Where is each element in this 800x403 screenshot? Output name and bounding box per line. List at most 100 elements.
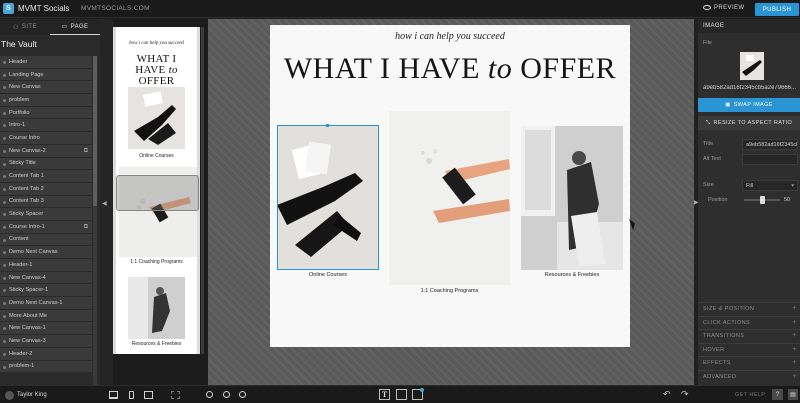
layer-item[interactable]: Portfolio [0,106,92,120]
drag-handle-icon[interactable] [3,61,6,64]
caption-online-courses[interactable]: Online Courses [277,272,379,278]
layer-item[interactable]: Course Intro-1 ⧉ [0,220,92,234]
layer-item[interactable]: New Canvas-2 ⧉ [0,144,92,158]
section-header[interactable]: ADVANCED + [698,369,800,383]
add-text-icon[interactable]: T [379,389,390,400]
layer-item[interactable]: Header [0,56,92,69]
layer-item[interactable]: New Canvas-4 [0,271,92,285]
drag-handle-icon[interactable] [3,365,6,369]
drag-handle-icon[interactable] [3,187,6,191]
layer-item[interactable]: Header-2 [0,347,92,361]
layer-item[interactable]: New Canvas [0,81,92,95]
drag-handle-icon[interactable] [3,327,6,331]
app-logo-icon[interactable]: S [3,3,14,14]
mobile-scrollbar[interactable] [201,27,204,354]
swap-image-button[interactable]: ▣ SWAP IMAGE [698,98,800,112]
mobile-preview[interactable]: how i can help you succeed WHAT I HAVE t… [113,27,200,354]
expand-icon[interactable]: + [793,346,798,353]
get-help-link[interactable]: GET HELP [735,392,765,398]
layer-item[interactable]: New Canvas-1 [0,322,92,336]
layer-item[interactable]: problem-1 [0,360,92,374]
page-title[interactable]: WHAT I HAVE to OFFER [270,52,630,86]
scrollbar-thumb[interactable] [93,56,97,206]
layer-item[interactable]: More About Me [0,309,92,323]
drag-handle-icon[interactable] [3,264,6,267]
user-avatar[interactable] [5,391,14,400]
add-image-icon[interactable] [412,388,424,400]
linked-canvas-icon[interactable]: ⧉ [84,148,88,155]
file-thumbnail[interactable] [740,52,764,80]
collapse-left-icon[interactable]: ◀ [102,200,107,207]
layer-item[interactable]: Header-1 [0,259,92,272]
layer-list-scrollbar[interactable] [93,56,97,386]
section-header[interactable]: CLICK ACTIONS + [698,315,800,329]
section-header[interactable]: TRANSITIONS + [698,329,800,342]
page-section[interactable]: how i can help you succeed WHAT I HAVE t… [270,25,630,347]
image-coaching-programs[interactable] [389,111,510,285]
tab-site[interactable]: ⚇ SITE [0,19,50,35]
drag-handle-icon[interactable] [3,276,6,280]
drag-handle-icon[interactable] [3,289,6,293]
drag-handle-icon[interactable] [3,99,6,103]
position-slider-knob[interactable] [760,196,765,204]
redo-icon[interactable]: ↷ [681,389,689,400]
layer-item[interactable]: Sticky Spacer-1 [0,284,92,298]
section-header[interactable]: HOVER + [698,342,800,356]
site-url-link[interactable]: MVMTSOCIALS.COM [81,5,150,12]
caption-coaching-programs[interactable]: 1:1 Coaching Programs [389,288,510,294]
expand-icon[interactable]: + [793,359,798,366]
expand-icon[interactable]: + [793,305,798,312]
tab-page[interactable]: ▭ PAGE [50,19,100,35]
undo-icon[interactable]: ↶ [663,389,671,400]
layer-item[interactable]: Demo Next Canvas [0,246,92,259]
layer-item[interactable]: New Canvas-3 [0,335,92,348]
drag-handle-icon[interactable] [3,314,6,318]
resize-aspect-button[interactable]: ⤡ RESIZE TO ASPECT RATIO [698,116,800,130]
drag-handle-icon[interactable] [3,340,6,344]
layer-item[interactable]: Content Tab 3 [0,195,92,209]
mobile-image-boots[interactable] [128,87,185,149]
site-name[interactable]: The Vault [1,39,37,49]
section-header[interactable]: SIZE & POSITION + [698,302,800,315]
mobile-image-woman[interactable] [128,277,185,339]
drag-handle-icon[interactable] [3,124,6,128]
help-icon[interactable]: ? [772,389,783,400]
drag-handle-icon[interactable] [3,200,6,204]
page-subtitle[interactable]: how i can help you succeed [270,31,630,42]
linked-canvas-icon[interactable]: ⧉ [84,224,88,231]
alt-text-field[interactable] [742,154,798,165]
position-value[interactable]: 50 [784,197,790,203]
drag-handle-icon[interactable] [3,352,6,356]
layer-item[interactable]: Landing Page [0,68,92,82]
drag-handle-icon[interactable] [3,73,6,77]
drag-handle-icon[interactable] [3,251,6,255]
drag-handle-icon[interactable] [3,302,6,306]
zoom-fit-icon[interactable] [239,391,246,398]
layer-item[interactable]: Sticky Title [0,157,92,171]
user-name[interactable]: Taylor King [17,392,47,398]
size-select[interactable]: Fill ▾ [742,180,798,191]
zoom-out-icon[interactable] [206,391,213,398]
mobile-view-icon[interactable] [129,391,134,399]
image-resources-freebies[interactable] [521,126,623,270]
publish-button[interactable]: PUBLISH [755,3,799,16]
layer-item[interactable]: Course Intro [0,132,92,145]
drag-handle-icon[interactable] [3,137,6,141]
title-field[interactable]: a9eb582ad16f2345cb [742,139,798,150]
drag-handle-icon[interactable] [3,149,6,153]
grid-toggle-icon[interactable] [171,391,180,399]
layer-item[interactable]: Demo Next Canvas-1 [0,297,92,310]
layer-item[interactable]: Content Tab 1 [0,170,92,183]
drag-handle-icon[interactable] [3,225,6,229]
drag-handle-icon[interactable] [3,111,6,115]
drag-handle-icon[interactable] [3,175,6,179]
drag-handle-icon[interactable] [3,162,6,166]
layer-item[interactable]: Intro-1 [0,119,92,133]
section-header[interactable]: EFFECTS + [698,356,800,369]
resize-handle-top[interactable] [326,124,329,127]
preview-button[interactable]: PREVIEW [703,5,744,11]
laptop-view-icon[interactable] [144,391,153,399]
layer-item[interactable]: Content Tab 2 [0,182,92,196]
drag-handle-icon[interactable] [3,213,6,217]
layer-item[interactable]: Content [0,233,92,247]
